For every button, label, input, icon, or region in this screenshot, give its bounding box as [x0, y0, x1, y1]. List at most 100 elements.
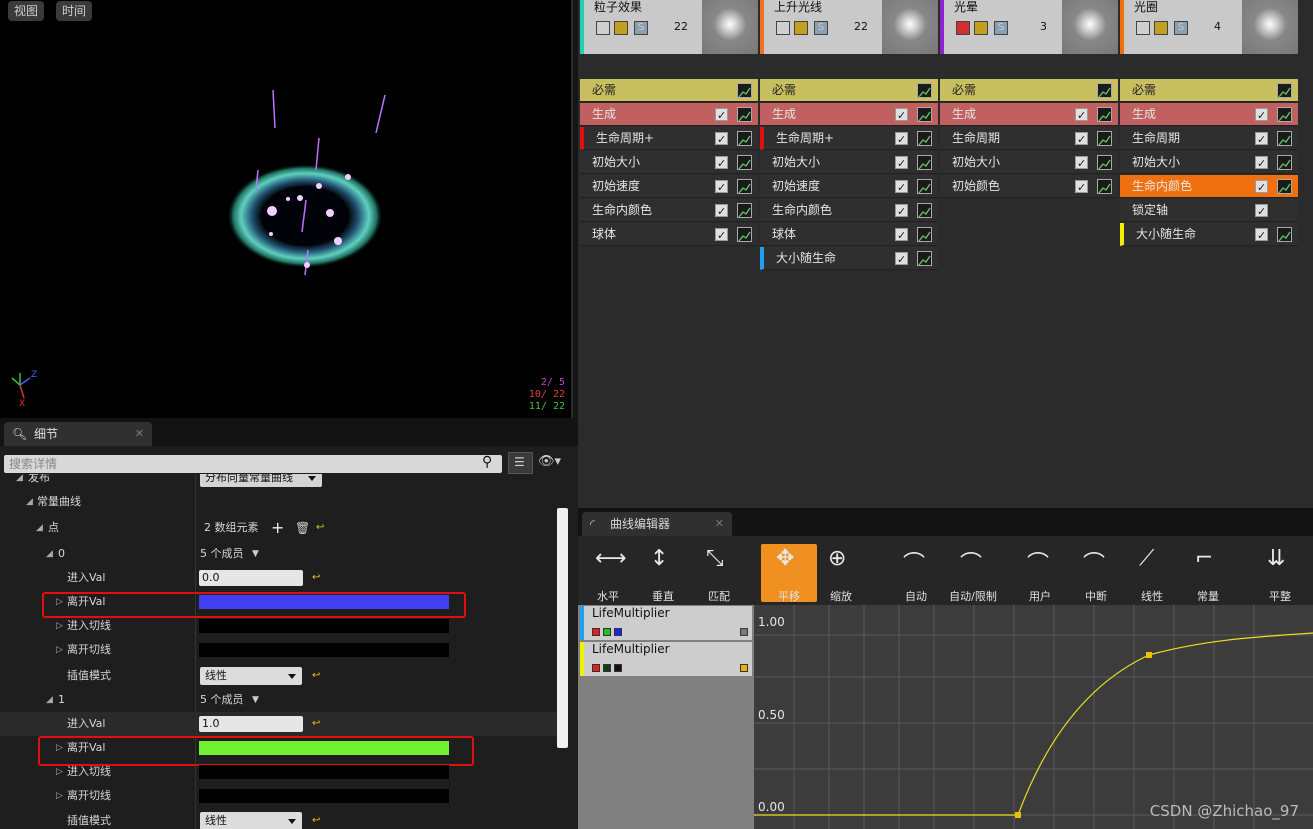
module-enable-checkbox[interactable] — [715, 176, 728, 199]
module-row[interactable]: 初始大小 — [940, 151, 1118, 175]
add-element-icon[interactable]: + — [271, 516, 284, 540]
in-val-input[interactable]: 0.0 — [199, 570, 303, 586]
module-row[interactable]: 生成 — [580, 103, 758, 127]
curve-key[interactable] — [1146, 652, 1152, 658]
module-row[interactable]: 生成 — [940, 103, 1118, 127]
arrive-tangent-swatch[interactable] — [199, 619, 449, 633]
curve-graph-icon[interactable] — [737, 83, 752, 98]
module-enable-checkbox[interactable] — [895, 200, 908, 223]
module-enable-checkbox[interactable] — [1255, 104, 1268, 127]
solo-icon[interactable]: S — [994, 21, 1008, 35]
module-row[interactable]: 初始大小 — [760, 151, 938, 175]
curve-graph-icon[interactable] — [917, 83, 932, 98]
curve-key[interactable] — [1015, 812, 1021, 818]
curve-track[interactable]: LifeMultiplier — [580, 642, 752, 676]
curve-graph-icon[interactable] — [1277, 227, 1292, 242]
curve-graph-icon[interactable] — [1097, 83, 1112, 98]
blue-channel-toggle[interactable] — [614, 664, 622, 672]
module-enable-checkbox[interactable] — [1255, 200, 1268, 223]
module-row[interactable]: 生成 — [1120, 103, 1298, 127]
module-enable-checkbox[interactable] — [895, 248, 908, 271]
render-mode-icon[interactable] — [1154, 21, 1168, 35]
curve-graph-icon[interactable] — [917, 107, 932, 122]
view-options-button[interactable]: ☰ — [508, 452, 533, 474]
module-row[interactable]: 生命周期+ — [760, 127, 938, 151]
reset-icon[interactable]: ↩ — [312, 664, 320, 688]
close-icon[interactable]: ✕ — [135, 422, 144, 446]
track-toggle[interactable] — [740, 664, 748, 672]
emitter-column[interactable]: 粒子效果 S 22 必需生成生命周期+ 初始大小初始速度生命内颜色球体 — [580, 0, 758, 508]
module-enable-checkbox[interactable] — [895, 128, 908, 151]
curve-tool-button[interactable]: ↕ 垂直 — [635, 544, 691, 603]
solo-icon[interactable]: S — [1174, 21, 1188, 35]
emitter-column[interactable]: 光圈 S 4 必需生成生命周期初始大小生命内颜色锁定轴大小随生命 — [1120, 0, 1298, 508]
curve-tool-button[interactable]: ⌒ 自动/限制 — [945, 544, 1001, 603]
module-enable-checkbox[interactable] — [715, 152, 728, 175]
module-enable-checkbox[interactable] — [715, 104, 728, 127]
curve-graph-icon[interactable] — [1277, 83, 1292, 98]
tab-details[interactable]: 🔍︎ 细节 ✕ — [4, 422, 152, 446]
curve-graph-icon[interactable] — [737, 179, 752, 194]
curve-track[interactable]: LifeMultiplier — [580, 606, 752, 640]
reset-icon[interactable]: ↩ — [312, 566, 320, 590]
green-channel-toggle[interactable] — [603, 664, 611, 672]
red-channel-toggle[interactable] — [592, 664, 600, 672]
blue-channel-toggle[interactable] — [614, 628, 622, 636]
render-mode-icon[interactable] — [614, 21, 628, 35]
module-row[interactable]: 生命周期 — [940, 127, 1118, 151]
curve-graph-icon[interactable] — [1097, 131, 1112, 146]
module-row[interactable]: 初始颜色 — [940, 175, 1118, 199]
emitter-header[interactable]: 光晕 S 3 — [940, 0, 1118, 54]
module-enable-checkbox[interactable] — [895, 224, 908, 247]
tab-curve-editor[interactable]: ◜ 曲线编辑器 ✕ — [582, 512, 732, 536]
module-row[interactable]: 锁定轴 — [1120, 199, 1298, 223]
enable-checkbox[interactable] — [596, 21, 610, 35]
curve-graph-icon[interactable] — [1097, 107, 1112, 122]
solo-icon[interactable]: S — [634, 21, 648, 35]
curve-graph-icon[interactable] — [737, 131, 752, 146]
curve-graph-icon[interactable] — [917, 251, 932, 266]
render-mode-icon[interactable] — [794, 21, 808, 35]
module-enable-checkbox[interactable] — [1255, 224, 1268, 247]
curve-tool-button[interactable]: ⌒ 中断 — [1068, 544, 1124, 603]
curve-graph-icon[interactable] — [737, 203, 752, 218]
module-enable-checkbox[interactable] — [895, 104, 908, 127]
module-row[interactable]: 必需 — [940, 79, 1118, 102]
module-row[interactable]: 生命周期 — [1120, 127, 1298, 151]
solo-icon[interactable]: S — [814, 21, 828, 35]
curve-graph-icon[interactable] — [1097, 179, 1112, 194]
enable-checkbox[interactable] — [776, 21, 790, 35]
module-row[interactable]: 生命内颜色 — [580, 199, 758, 223]
reset-icon[interactable]: ↩ — [312, 712, 320, 736]
emitter-header[interactable]: 上升光线 S 22 — [760, 0, 938, 54]
curve-graph-icon[interactable] — [1277, 155, 1292, 170]
module-row[interactable]: 必需 — [1120, 79, 1298, 102]
module-enable-checkbox[interactable] — [1075, 176, 1088, 199]
module-enable-checkbox[interactable] — [1255, 128, 1268, 151]
module-enable-checkbox[interactable] — [1255, 152, 1268, 175]
module-enable-checkbox[interactable] — [895, 176, 908, 199]
preview-viewport[interactable]: 视图 时间 Z X 2/ 5 10/ 22 11/ 22 — [0, 0, 573, 418]
module-enable-checkbox[interactable] — [1075, 152, 1088, 175]
curve-graph-icon[interactable] — [917, 179, 932, 194]
curve-graph-icon[interactable] — [1277, 131, 1292, 146]
curve-tool-button[interactable]: ✥ 平移 — [761, 544, 817, 603]
scrollbar[interactable] — [557, 508, 568, 748]
module-enable-checkbox[interactable] — [1075, 128, 1088, 151]
module-row[interactable]: 初始大小 — [580, 151, 758, 175]
eye-icon[interactable]: 👁︎▾ — [538, 454, 561, 469]
curve-graph-icon[interactable] — [917, 131, 932, 146]
module-row[interactable]: 球体 — [760, 223, 938, 247]
green-channel-toggle[interactable] — [603, 628, 611, 636]
red-channel-toggle[interactable] — [592, 628, 600, 636]
curve-graph-icon[interactable] — [917, 155, 932, 170]
curve-graph-icon[interactable] — [1277, 179, 1292, 194]
emitter-header[interactable]: 光圈 S 4 — [1120, 0, 1298, 54]
search-input[interactable]: 搜索详情 — [4, 455, 502, 473]
reset-icon[interactable]: ↩ — [312, 809, 320, 829]
module-row[interactable]: 生命内颜色 — [1120, 175, 1298, 199]
reset-icon[interactable]: ↩ — [316, 516, 324, 540]
curve-tool-button[interactable]: ⇊ 平整 — [1252, 544, 1308, 603]
module-row[interactable]: 大小随生命 — [1120, 223, 1298, 247]
curve-graph-icon[interactable] — [917, 227, 932, 242]
